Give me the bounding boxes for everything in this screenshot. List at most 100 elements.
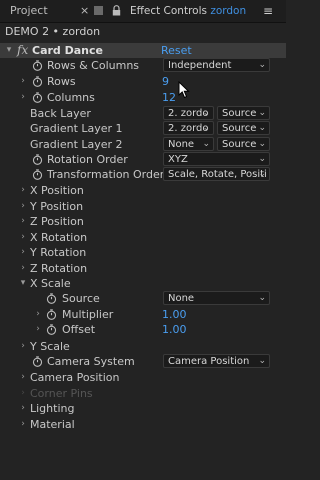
- chevron-down-icon: ⌄: [202, 139, 210, 149]
- param-rotation-order: Rotation Order XYZ ⌄: [0, 152, 286, 167]
- group-y-position[interactable]: › Y Position: [0, 199, 286, 214]
- param-label: Rows: [47, 75, 76, 88]
- reset-button[interactable]: Reset: [161, 43, 192, 58]
- transformation-order-dropdown[interactable]: Scale, Rotate, Positi ⌄: [163, 167, 270, 181]
- param-label: Transformation Order: [47, 168, 165, 181]
- group-camera-position[interactable]: › Camera Position: [0, 370, 286, 385]
- twirl-closed-icon[interactable]: ›: [19, 90, 27, 105]
- group-label: Y Position: [30, 200, 84, 213]
- rows-value[interactable]: 9: [162, 74, 169, 89]
- twirl-closed-icon[interactable]: ›: [19, 401, 27, 416]
- breadcrumb: DEMO 2 • zordon: [5, 25, 101, 38]
- dropdown-value: XYZ: [168, 154, 188, 165]
- dropdown-value: None: [168, 293, 195, 304]
- group-y-rotation[interactable]: › Y Rotation: [0, 245, 286, 260]
- param-label: Rotation Order: [47, 153, 128, 166]
- param-label: Multiplier: [62, 308, 114, 321]
- twirl-closed-icon[interactable]: ›: [19, 370, 27, 385]
- param-rows: › Rows 9: [0, 74, 286, 89]
- twirl-closed-icon: ›: [21, 388, 25, 398]
- twirl-closed-icon[interactable]: ›: [19, 183, 27, 198]
- dropdown-value: Camera Position: [168, 356, 250, 367]
- twirl-closed-icon[interactable]: ›: [34, 307, 42, 322]
- group-label: X Position: [30, 184, 84, 197]
- fx-toggle-icon[interactable]: fx: [17, 43, 28, 58]
- stopwatch-icon[interactable]: [46, 293, 57, 304]
- group-label: Y Rotation: [30, 246, 87, 259]
- gradient-layer-1-source-dropdown[interactable]: Source ⌄: [217, 121, 270, 135]
- panel-tab-bar: Project × Effect Controls zordon ≡: [0, 0, 286, 23]
- panel-color-swatch-icon: [94, 6, 103, 15]
- dropdown-value: Source: [222, 123, 257, 134]
- gradient-layer-2-source-dropdown[interactable]: Source ⌄: [217, 137, 270, 151]
- chevron-down-icon: ⌄: [258, 123, 266, 133]
- group-corner-pins: › Corner Pins: [0, 386, 286, 401]
- twirl-closed-icon[interactable]: ›: [19, 199, 27, 214]
- back-layer-dropdown[interactable]: 2. zordo ⌄: [163, 106, 214, 120]
- camera-system-dropdown[interactable]: Camera Position ⌄: [163, 354, 270, 368]
- gradient-layer-1-dropdown[interactable]: 2. zordo ⌄: [163, 121, 214, 135]
- stopwatch-icon[interactable]: [32, 92, 43, 103]
- stopwatch-icon[interactable]: [32, 356, 43, 367]
- back-layer-source-dropdown[interactable]: Source ⌄: [217, 106, 270, 120]
- lock-icon[interactable]: [112, 0, 121, 25]
- param-label: Offset: [62, 323, 96, 336]
- dropdown-value: Source: [222, 139, 257, 150]
- effect-header-row[interactable]: ▾ fx Card Dance Reset: [0, 43, 286, 58]
- group-material[interactable]: › Material: [0, 417, 286, 432]
- stopwatch-icon[interactable]: [32, 76, 43, 87]
- tab-effect-controls-title: Effect Controls zordon: [130, 0, 246, 22]
- twirl-closed-icon[interactable]: ›: [34, 322, 42, 337]
- param-label: Rows & Columns: [47, 59, 140, 72]
- mouse-cursor-icon: [178, 81, 190, 99]
- multiplier-value[interactable]: 1.00: [162, 307, 187, 322]
- param-gradient-layer-1: Gradient Layer 1 2. zordo ⌄ Source ⌄: [0, 121, 286, 136]
- group-z-rotation[interactable]: › Z Rotation: [0, 261, 286, 276]
- param-camera-system: Camera System Camera Position ⌄: [0, 354, 286, 369]
- stopwatch-icon[interactable]: [32, 154, 43, 165]
- dropdown-value: Scale, Rotate, Positi: [168, 169, 267, 180]
- stopwatch-icon[interactable]: [32, 60, 43, 71]
- twirl-closed-icon[interactable]: ›: [19, 417, 27, 432]
- stopwatch-icon[interactable]: [32, 169, 43, 180]
- twirl-closed-icon[interactable]: ›: [19, 245, 27, 260]
- group-x-scale[interactable]: ▾ X Scale: [0, 276, 286, 291]
- chevron-down-icon: ⌄: [202, 123, 210, 133]
- group-x-position[interactable]: › X Position: [0, 183, 286, 198]
- twirl-open-icon[interactable]: ▾: [5, 43, 13, 58]
- stopwatch-icon[interactable]: [46, 309, 57, 320]
- param-label: Columns: [47, 91, 95, 104]
- chevron-down-icon: ⌄: [202, 108, 210, 118]
- twirl-closed-icon[interactable]: ›: [19, 339, 27, 354]
- twirl-closed-icon[interactable]: ›: [19, 230, 27, 245]
- group-x-rotation[interactable]: › X Rotation: [0, 230, 286, 245]
- group-label: Camera Position: [30, 371, 120, 384]
- twirl-closed-icon[interactable]: ›: [19, 74, 27, 89]
- rows-columns-dropdown[interactable]: Independent ⌄: [163, 58, 270, 72]
- stopwatch-icon[interactable]: [46, 324, 57, 335]
- param-back-layer: Back Layer 2. zordo ⌄ Source ⌄: [0, 106, 286, 121]
- offset-value[interactable]: 1.00: [162, 322, 187, 337]
- tab-effect-controls[interactable]: Effect Controls zordon ≡: [94, 0, 284, 22]
- group-label: Corner Pins: [30, 387, 93, 400]
- param-x-scale-multiplier: › Multiplier 1.00: [0, 307, 286, 322]
- close-icon[interactable]: ×: [80, 0, 89, 22]
- group-z-position[interactable]: › Z Position: [0, 214, 286, 229]
- columns-value[interactable]: 12: [162, 90, 176, 105]
- group-label: Lighting: [30, 402, 75, 415]
- group-y-scale[interactable]: › Y Scale: [0, 339, 286, 354]
- twirl-open-icon[interactable]: ▾: [19, 276, 27, 291]
- twirl-closed-icon[interactable]: ›: [19, 261, 27, 276]
- x-scale-source-dropdown[interactable]: None ⌄: [163, 291, 270, 305]
- tab-project[interactable]: Project: [10, 0, 48, 22]
- group-label: Z Rotation: [30, 262, 88, 275]
- chevron-down-icon: ⌄: [258, 139, 266, 149]
- chevron-down-icon: ⌄: [258, 169, 266, 179]
- gradient-layer-2-dropdown[interactable]: None ⌄: [163, 137, 214, 151]
- panel-menu-icon[interactable]: ≡: [263, 0, 273, 22]
- group-lighting[interactable]: › Lighting: [0, 401, 286, 416]
- chevron-down-icon: ⌄: [258, 293, 266, 303]
- rotation-order-dropdown[interactable]: XYZ ⌄: [163, 152, 270, 166]
- param-label: Source: [62, 292, 100, 305]
- twirl-closed-icon[interactable]: ›: [19, 214, 27, 229]
